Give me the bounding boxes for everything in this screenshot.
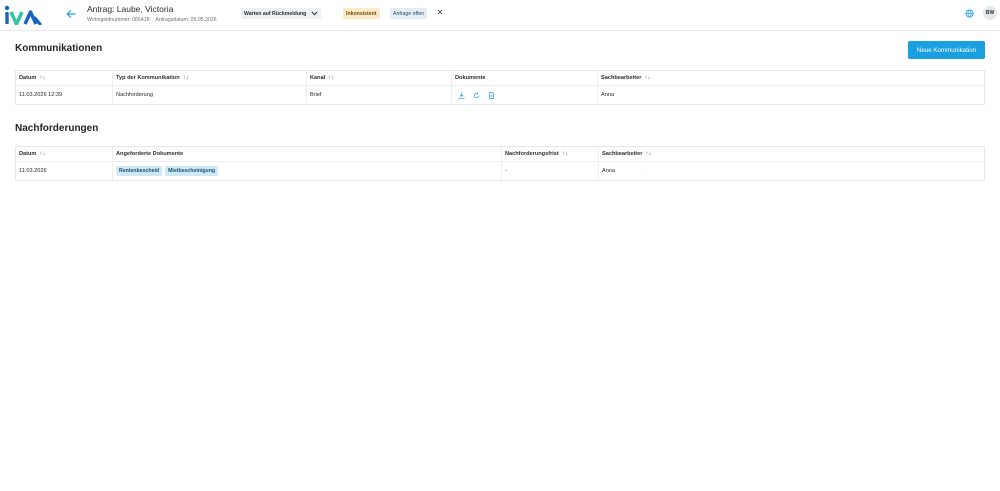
sort-icon[interactable]: ↑↓ [328,75,334,81]
app-header: Antrag: Laube, Victoria Wohngeldnummer: … [0,0,1000,31]
status-select-value: Warten auf Rückmeldung [244,10,307,17]
column-header-datum[interactable]: Datum ↑↓ [16,147,113,161]
application-title-block: Antrag: Laube, Victoria Wohngeldnummer: … [87,4,223,23]
cell-sachbearbeiter: Anna [601,92,615,98]
refresh-icon[interactable] [473,91,480,99]
requests-table: Datum ↑↓ Angeforderte Dokumente Nachforde… [15,146,985,181]
wohngeldnummer-text: Wohngeldnummer: 065418 [87,17,150,23]
section-title-nachforderungen: Nachforderungen [15,123,99,134]
arrow-left-icon[interactable] [65,8,77,20]
sort-icon[interactable]: ↑↓ [39,151,45,157]
truncated-text: .. [643,168,646,174]
communications-table: Datum ↑↓ Typ der Kommunikation ↑↓ Kanal ↑↓ … [15,70,985,105]
globe-icon[interactable] [965,9,974,18]
avatar[interactable]: BW [983,6,997,20]
column-header-datum[interactable]: Datum ↑↓ [16,71,113,85]
inconsistent-badge: Inkonsistent [343,8,380,19]
download-icon[interactable] [458,92,465,99]
cell-dokumente [452,86,598,104]
sort-icon[interactable]: ↑↓ [644,75,650,81]
sort-icon[interactable]: ↑↓ [562,151,568,157]
sort-icon[interactable]: ↑↓ [645,151,651,157]
antragsdatum-text: Antragsdatum: 05.05.2026 [155,17,217,23]
cell-frist: - [502,162,599,180]
cell-sachbearbeiter: Anna.. [602,168,646,174]
document-chip-mietbescheinigung: Mietbescheinigung [165,166,219,176]
column-header-kanal[interactable]: Kanal ↑↓ [307,71,452,85]
table-header-row: Datum ↑↓ Angeforderte Dokumente Nachforde… [16,147,984,162]
chevron-down-icon [311,11,318,16]
status-select[interactable]: Warten auf Rückmeldung [241,8,322,19]
cell-typ: Nachforderung [113,86,307,104]
page-title: Antrag: Laube, Victoria [87,4,174,14]
document-icon[interactable] [488,91,495,99]
column-header-nachforderungsfrist[interactable]: Nachforderungsfrist ↑↓ [502,147,599,161]
column-header-dokumente: Dokumente [452,71,598,85]
iva-logo[interactable] [4,5,42,25]
column-header-sachbearbeiter[interactable]: Sachbearbeiter ↑↓ [599,147,984,161]
column-header-angeforderte-dokumente: Angeforderte Dokumente [113,147,502,161]
table-row[interactable]: 11.03.2026 Rentenbescheid Mietbescheinig… [16,162,984,180]
table-header-row: Datum ↑↓ Typ der Kommunikation ↑↓ Kanal ↑↓ … [16,71,984,86]
column-header-typ[interactable]: Typ der Kommunikation ↑↓ [113,71,307,85]
request-open-badge: Anfrage offen [390,8,428,19]
sort-icon[interactable]: ↑↓ [39,75,45,81]
column-header-sachbearbeiter[interactable]: Sachbearbeiter ↑↓ [598,71,984,85]
sort-icon[interactable]: ↑↓ [183,75,189,81]
cell-datum: 11.03.2026 12:39 [16,86,113,104]
document-chip-rentenbescheid: Rentenbescheid [116,166,163,176]
cell-datum: 11.03.2026 [16,162,113,180]
application-meta: Wohngeldnummer: 065418 Antragsdatum: 05.0… [87,17,223,23]
cell-angeforderte-dokumente: Rentenbescheid Mietbescheinigung [113,162,502,180]
close-icon[interactable]: ✕ [436,8,444,18]
section-title-kommunikationen: Kommunikationen [15,43,103,54]
table-row[interactable]: 11.03.2026 12:39 Nachforderung Brief Ann… [16,86,984,104]
cell-kanal: Brief [307,86,452,104]
new-communication-button[interactable]: Neue Kommunikation [908,41,985,59]
